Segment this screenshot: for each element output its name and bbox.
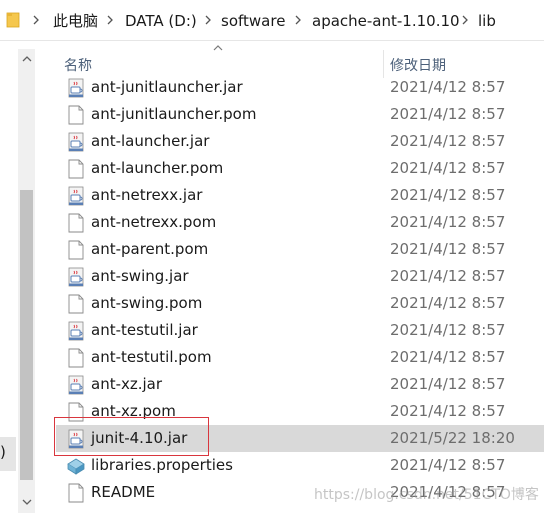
- file-name: ant-xz.jar: [91, 375, 163, 393]
- document-icon: [68, 213, 84, 233]
- column-header-date-modified[interactable]: 修改日期: [390, 55, 446, 75]
- file-name: ant-netrexx.pom: [91, 213, 217, 231]
- scroll-down-icon[interactable]: [22, 498, 32, 506]
- nav-item-label-fragment: ): [0, 443, 6, 461]
- document-icon: [68, 105, 84, 125]
- file-date-modified: 2021/4/12 8:57: [390, 456, 506, 474]
- jar-file-icon: [68, 186, 84, 206]
- file-name: ant-testutil.jar: [91, 321, 198, 339]
- chevron-right-icon[interactable]: [105, 12, 115, 28]
- jar-file-icon: [68, 375, 84, 395]
- breadcrumb-software[interactable]: software: [221, 11, 285, 31]
- file-name: ant-launcher.pom: [91, 159, 224, 177]
- file-date-modified: 2021/4/12 8:57: [390, 213, 506, 231]
- file-name: ant-netrexx.jar: [91, 186, 203, 204]
- sort-ascending-icon: [213, 45, 223, 51]
- file-name: ant-junitlauncher.pom: [91, 105, 257, 123]
- file-row[interactable]: ant-swing.pom 2021/4/12 8:57: [56, 290, 544, 317]
- file-row[interactable]: ant-junitlauncher.pom 2021/4/12 8:57: [56, 101, 544, 128]
- file-date-modified: 2021/4/12 8:57: [390, 348, 506, 366]
- watermark: https://blog.csdn.net/51CTO博客: [314, 487, 539, 503]
- file-row[interactable]: ant-junitlauncher.jar 2021/4/12 8:57: [56, 74, 544, 101]
- folder-icon: [6, 12, 20, 28]
- document-icon: [68, 483, 84, 503]
- file-name: ant-swing.pom: [91, 294, 203, 312]
- chevron-right-icon[interactable]: [203, 12, 213, 28]
- breadcrumb-this-pc[interactable]: 此电脑: [53, 11, 98, 31]
- file-name: ant-testutil.pom: [91, 348, 212, 366]
- file-row[interactable]: ant-netrexx.jar 2021/4/12 8:57: [56, 182, 544, 209]
- file-date-modified: 2021/4/12 8:57: [390, 321, 506, 339]
- document-icon: [68, 240, 84, 260]
- column-header-name[interactable]: 名称: [64, 55, 92, 75]
- file-row[interactable]: ant-testutil.jar 2021/4/12 8:57: [56, 317, 544, 344]
- breadcrumb-apache-ant[interactable]: apache-ant-1.10.10: [312, 11, 460, 31]
- file-date-modified: 2021/4/12 8:57: [390, 105, 506, 123]
- scroll-up-icon[interactable]: [22, 55, 32, 63]
- breadcrumb-data-drive[interactable]: DATA (D:): [125, 11, 197, 31]
- file-row[interactable]: ant-xz.jar 2021/4/12 8:57: [56, 371, 544, 398]
- chevron-right-icon[interactable]: [293, 12, 303, 28]
- file-name: ant-launcher.jar: [91, 132, 210, 150]
- file-date-modified: 2021/4/12 8:57: [390, 294, 506, 312]
- document-icon: [68, 294, 84, 314]
- properties-file-icon: [67, 458, 85, 475]
- jar-file-icon: [68, 267, 84, 287]
- file-name: ant-swing.jar: [91, 267, 189, 285]
- jar-file-icon: [68, 78, 84, 98]
- breadcrumb-lib[interactable]: lib: [478, 11, 496, 31]
- file-date-modified: 2021/5/22 18:20: [390, 429, 515, 447]
- chevron-right-icon[interactable]: [31, 12, 41, 28]
- file-row[interactable]: ant-swing.jar 2021/4/12 8:57: [56, 263, 544, 290]
- file-row[interactable]: ant-launcher.jar 2021/4/12 8:57: [56, 128, 544, 155]
- file-name: ant-parent.pom: [91, 240, 209, 258]
- nav-scrollbar-thumb[interactable]: [20, 190, 33, 480]
- document-icon: [68, 348, 84, 368]
- file-name: ant-junitlauncher.jar: [91, 78, 243, 96]
- file-date-modified: 2021/4/12 8:57: [390, 402, 506, 420]
- file-date-modified: 2021/4/12 8:57: [390, 78, 506, 96]
- file-row[interactable]: ant-testutil.pom 2021/4/12 8:57: [56, 344, 544, 371]
- annotation-highlight-box: [54, 417, 209, 456]
- file-date-modified: 2021/4/12 8:57: [390, 132, 506, 150]
- jar-file-icon: [68, 321, 84, 341]
- file-date-modified: 2021/4/12 8:57: [390, 375, 506, 393]
- chevron-right-icon[interactable]: [460, 12, 470, 28]
- file-row[interactable]: libraries.properties 2021/4/12 8:57: [56, 452, 544, 479]
- document-icon: [68, 159, 84, 179]
- file-date-modified: 2021/4/12 8:57: [390, 267, 506, 285]
- address-bar[interactable]: 此电脑 DATA (D:) software apache-ant-1.10.1…: [0, 0, 544, 41]
- file-name: README: [91, 483, 156, 501]
- file-date-modified: 2021/4/12 8:57: [390, 186, 506, 204]
- file-row[interactable]: ant-launcher.pom 2021/4/12 8:57: [56, 155, 544, 182]
- jar-file-icon: [68, 132, 84, 152]
- file-date-modified: 2021/4/12 8:57: [390, 159, 506, 177]
- file-date-modified: 2021/4/12 8:57: [390, 240, 506, 258]
- file-row[interactable]: ant-parent.pom 2021/4/12 8:57: [56, 236, 544, 263]
- file-row[interactable]: ant-netrexx.pom 2021/4/12 8:57: [56, 209, 544, 236]
- file-name: libraries.properties: [91, 456, 233, 474]
